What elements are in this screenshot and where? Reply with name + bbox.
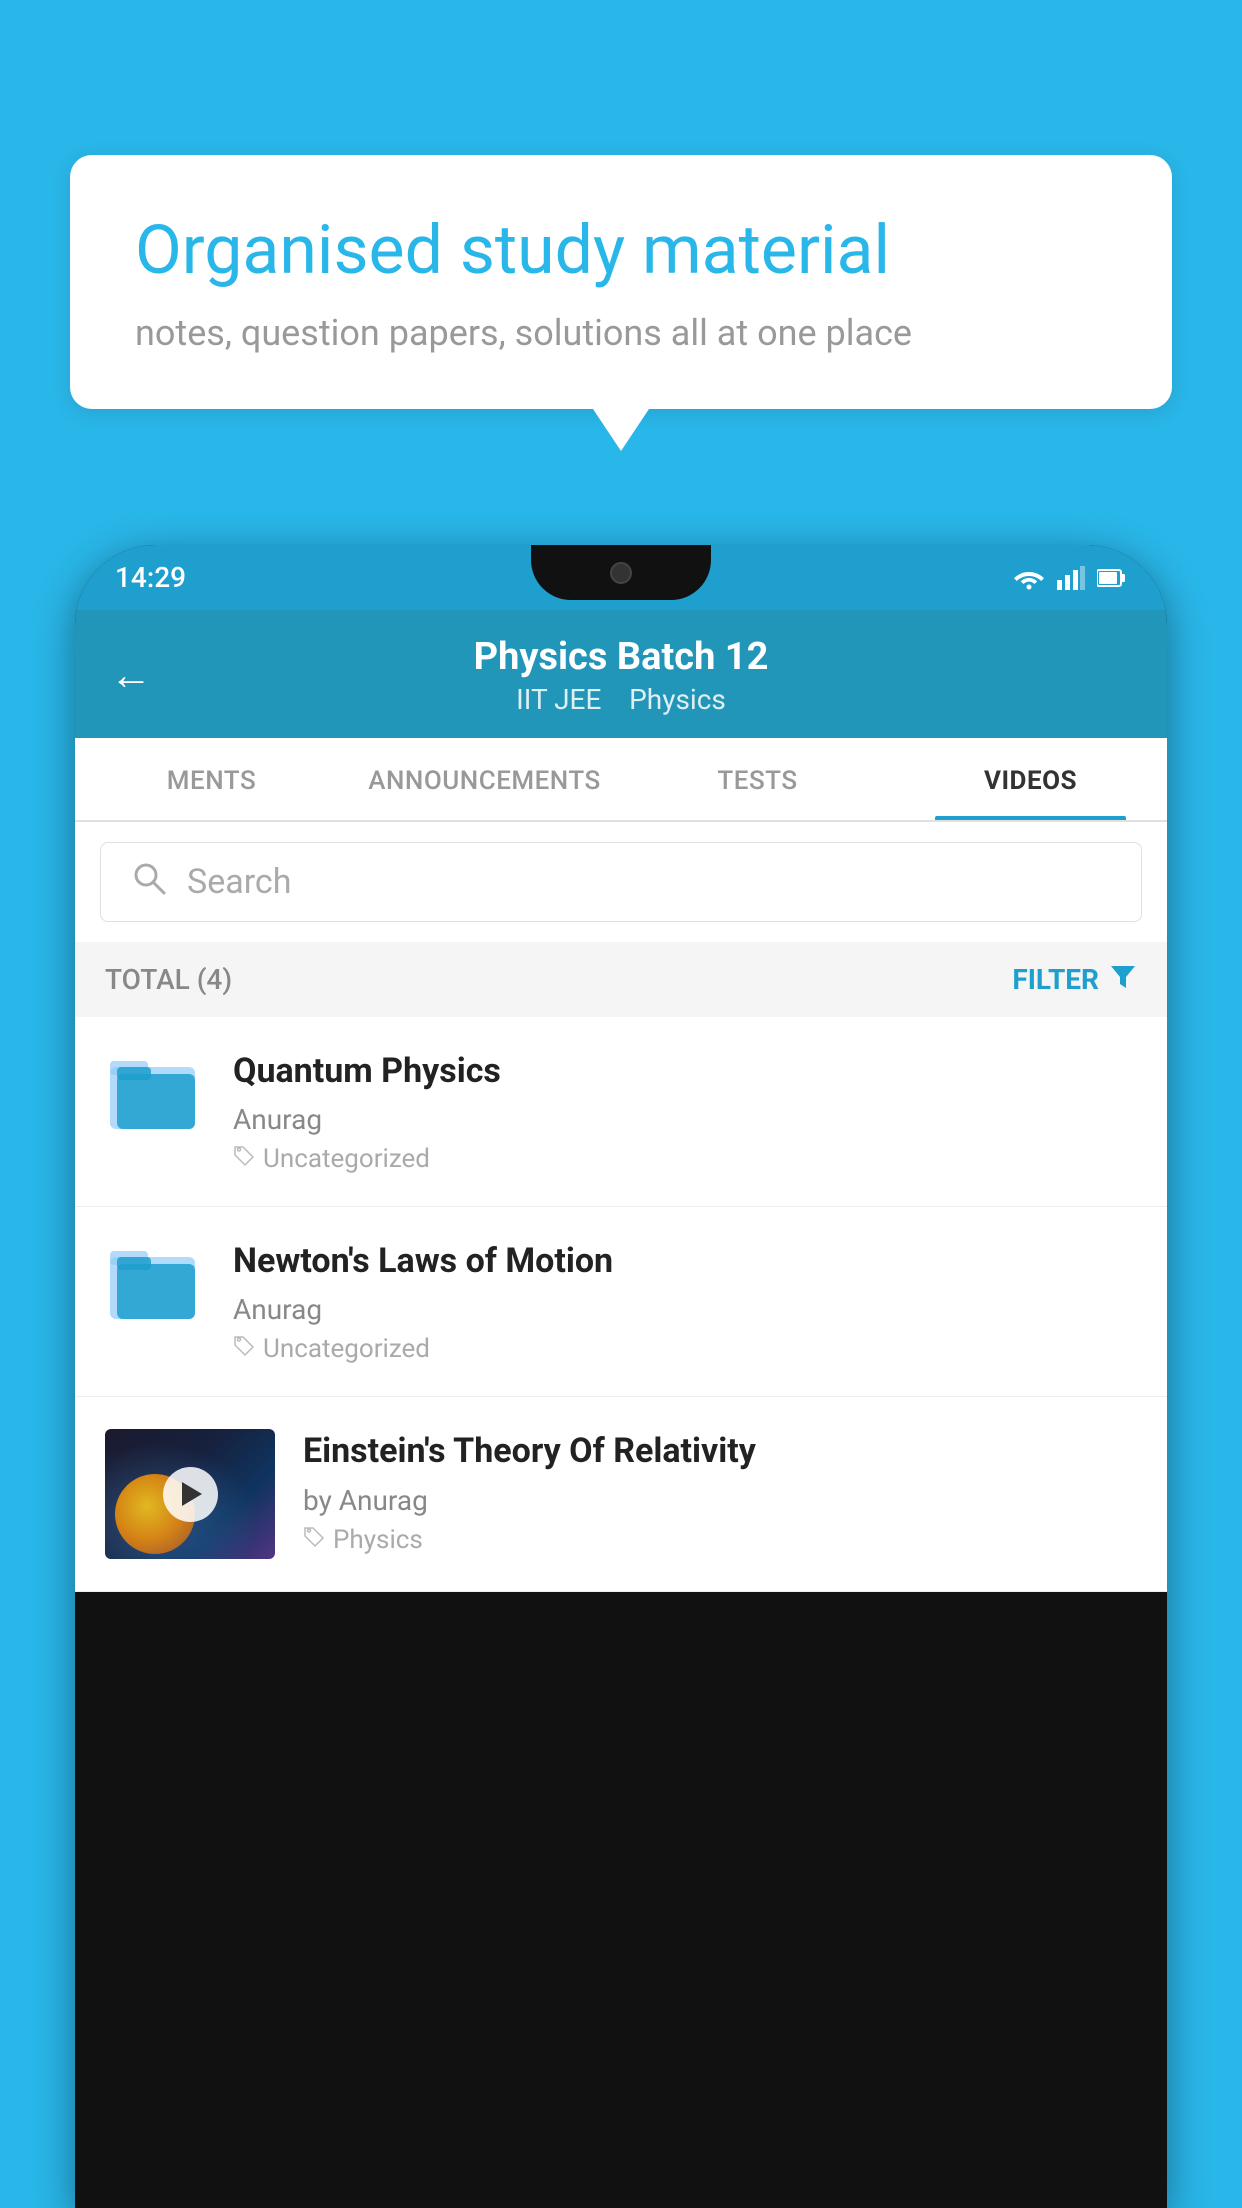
tab-ments[interactable]: MENTS bbox=[75, 738, 348, 820]
list-item[interactable]: Newton's Laws of Motion Anurag Uncategor… bbox=[75, 1207, 1167, 1397]
video-author: by Anurag bbox=[303, 1484, 1137, 1517]
filter-bar: TOTAL (4) FILTER bbox=[75, 942, 1167, 1017]
wifi-icon bbox=[1013, 566, 1045, 590]
bubble-subtitle: notes, question papers, solutions all at… bbox=[135, 312, 1107, 354]
tabs-bar: MENTS ANNOUNCEMENTS TESTS VIDEOS bbox=[75, 738, 1167, 822]
tab-announcements[interactable]: ANNOUNCEMENTS bbox=[348, 738, 621, 820]
subtitle-iitjee: IIT JEE bbox=[516, 683, 601, 716]
tag-icon bbox=[303, 1525, 325, 1555]
video-tag: Physics bbox=[303, 1525, 1137, 1555]
video-title: Quantum Physics bbox=[233, 1049, 1137, 1093]
video-list: Quantum Physics Anurag Uncategorized bbox=[75, 1017, 1167, 1592]
video-tag: Uncategorized bbox=[233, 1334, 1137, 1364]
signal-icon bbox=[1057, 566, 1085, 590]
video-title: Einstein's Theory Of Relativity bbox=[303, 1429, 1137, 1473]
video-title: Newton's Laws of Motion bbox=[233, 1239, 1137, 1283]
video-info: Quantum Physics Anurag Uncategorized bbox=[233, 1049, 1137, 1174]
camera bbox=[610, 562, 632, 584]
video-thumbnail bbox=[105, 1429, 275, 1559]
speech-bubble-section: Organised study material notes, question… bbox=[70, 155, 1172, 409]
search-icon bbox=[131, 860, 167, 905]
tab-tests[interactable]: TESTS bbox=[621, 738, 894, 820]
video-author: Anurag bbox=[233, 1293, 1137, 1326]
tag-icon bbox=[233, 1144, 255, 1174]
speech-bubble: Organised study material notes, question… bbox=[70, 155, 1172, 409]
tag-icon bbox=[233, 1334, 255, 1364]
header-title-group: Physics Batch 12 IIT JEE Physics bbox=[177, 635, 1065, 716]
search-placeholder: Search bbox=[187, 862, 291, 902]
subtitle-physics: Physics bbox=[629, 683, 726, 716]
play-triangle-icon bbox=[182, 1482, 202, 1506]
list-item[interactable]: Einstein's Theory Of Relativity by Anura… bbox=[75, 1397, 1167, 1592]
tab-videos[interactable]: VIDEOS bbox=[894, 738, 1167, 820]
header-subtitle: IIT JEE Physics bbox=[177, 683, 1065, 716]
header-title: Physics Batch 12 bbox=[177, 635, 1065, 679]
video-info: Newton's Laws of Motion Anurag Uncategor… bbox=[233, 1239, 1137, 1364]
video-author: Anurag bbox=[233, 1103, 1137, 1136]
video-tag: Uncategorized bbox=[233, 1144, 1137, 1174]
status-time: 14:29 bbox=[115, 561, 186, 594]
notch bbox=[531, 545, 711, 600]
status-icons bbox=[1013, 566, 1127, 590]
folder-icon bbox=[105, 1049, 205, 1134]
list-item[interactable]: Quantum Physics Anurag Uncategorized bbox=[75, 1017, 1167, 1207]
search-container: Search bbox=[75, 822, 1167, 942]
total-count: TOTAL (4) bbox=[105, 963, 232, 996]
app-header: ← Physics Batch 12 IIT JEE Physics bbox=[75, 610, 1167, 738]
filter-label: FILTER bbox=[1012, 963, 1099, 996]
folder-icon bbox=[105, 1239, 205, 1324]
battery-icon bbox=[1097, 568, 1127, 588]
video-info: Einstein's Theory Of Relativity by Anura… bbox=[303, 1429, 1137, 1554]
play-button[interactable] bbox=[163, 1467, 218, 1522]
phone-frame: 14:29 ← Phys bbox=[75, 545, 1167, 2208]
back-button[interactable]: ← bbox=[110, 651, 152, 700]
search-bar[interactable]: Search bbox=[100, 842, 1142, 922]
filter-funnel-icon bbox=[1109, 962, 1137, 997]
status-bar: 14:29 bbox=[75, 545, 1167, 610]
filter-button[interactable]: FILTER bbox=[1012, 962, 1137, 997]
bubble-title: Organised study material bbox=[135, 210, 1107, 292]
